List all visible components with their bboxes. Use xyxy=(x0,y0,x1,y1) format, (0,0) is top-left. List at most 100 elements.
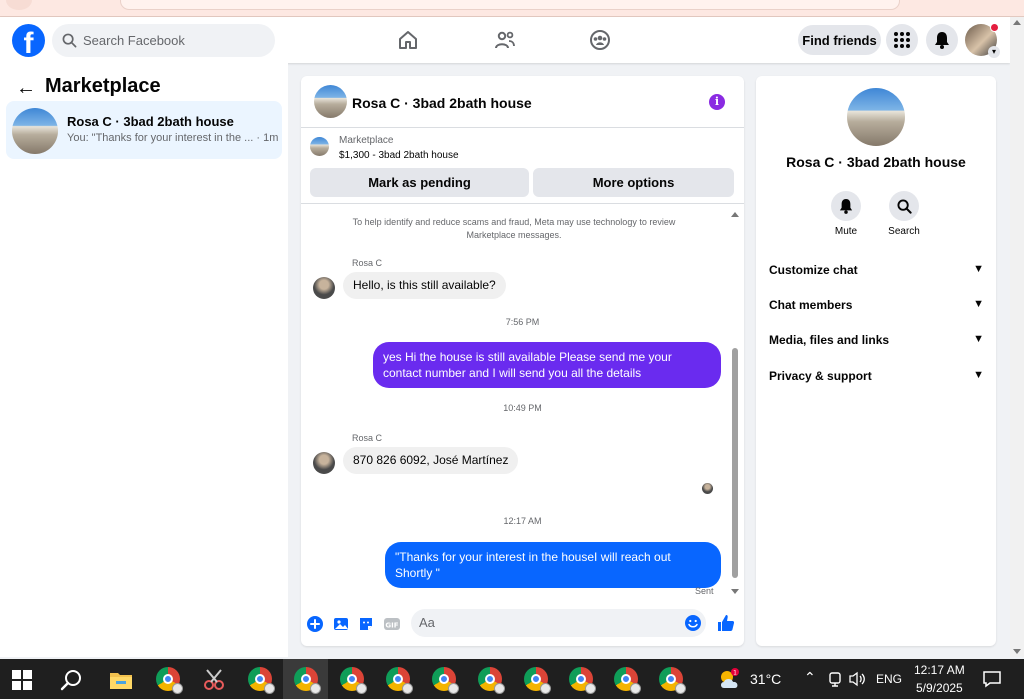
search-box[interactable] xyxy=(52,24,275,57)
customize-chat-row[interactable]: Customize chat ▼ xyxy=(769,263,984,283)
back-arrow-icon[interactable]: ← xyxy=(16,77,36,100)
chat-panel: Rosa C · 3bad 2bath house i Marketplace … xyxy=(301,76,744,646)
conversation-info-panel: Rosa C · 3bad 2bath house Mute Search Cu… xyxy=(756,76,996,646)
mute-action[interactable]: Mute xyxy=(821,191,871,237)
search-input[interactable] xyxy=(83,33,263,48)
thumbs-up-icon[interactable] xyxy=(716,613,736,633)
search-action[interactable]: Search xyxy=(879,191,929,237)
listing-card: Marketplace $1,300 - 3bad 2bath house Ma… xyxy=(301,128,744,204)
conversation-item[interactable]: Rosa C · 3bad 2bath house You: "Thanks f… xyxy=(6,101,282,159)
search-icon xyxy=(62,33,77,48)
home-icon[interactable] xyxy=(396,28,420,52)
notifications-button[interactable] xyxy=(926,24,958,56)
sidebar-title: Marketplace xyxy=(45,75,161,97)
chevron-up-icon[interactable]: ⌃ xyxy=(804,669,816,686)
chat-scrollbar[interactable] xyxy=(729,210,741,594)
clock-date[interactable]: 5/9/2025 xyxy=(916,681,963,695)
listing-thumbnail xyxy=(12,108,58,154)
listing-label: Marketplace xyxy=(339,135,394,146)
scroll-down-arrow-icon[interactable] xyxy=(1013,649,1021,654)
sticker-icon[interactable] xyxy=(357,615,375,633)
message-input[interactable] xyxy=(419,615,679,630)
message-input-wrapper[interactable] xyxy=(411,609,706,637)
media-files-links-row[interactable]: Media, files and links ▼ xyxy=(769,333,984,353)
sender-name: Rosa C xyxy=(352,258,383,268)
weather-icon[interactable]: 1 xyxy=(716,666,744,692)
incoming-message[interactable]: Hello, is this still available? xyxy=(343,272,506,299)
chrome-profile-icon[interactable] xyxy=(156,667,183,694)
chat-title[interactable]: Rosa C · 3bad 2bath house xyxy=(352,95,532,111)
mark-pending-button[interactable]: Mark as pending xyxy=(310,168,529,197)
grid-menu-icon xyxy=(894,32,910,48)
chevron-down-icon: ▼ xyxy=(973,263,984,275)
chrome-profile-icon[interactable] xyxy=(432,667,459,694)
seen-indicator-avatar xyxy=(702,483,713,494)
browser-address-bar[interactable] xyxy=(120,0,900,10)
privacy-support-row[interactable]: Privacy & support ▼ xyxy=(769,369,984,389)
scroll-up-arrow-icon[interactable] xyxy=(1013,20,1021,25)
sender-avatar[interactable] xyxy=(313,452,335,474)
photo-icon[interactable] xyxy=(332,615,350,633)
facebook-logo-icon[interactable]: f xyxy=(12,24,45,57)
incoming-message[interactable]: 870 826 6092, José Martínez xyxy=(343,447,519,474)
chrome-profile-icon[interactable] xyxy=(294,667,321,694)
search-icon[interactable] xyxy=(60,668,84,692)
scroll-down-arrow-icon[interactable] xyxy=(731,589,739,594)
more-options-button[interactable]: More options xyxy=(533,168,734,197)
svg-text:GIF: GIF xyxy=(385,622,398,630)
chevron-down-icon: ▼ xyxy=(973,333,984,345)
scroll-up-arrow-icon[interactable] xyxy=(731,212,739,217)
chat-avatar[interactable] xyxy=(314,85,347,118)
chrome-profile-icon[interactable] xyxy=(386,667,413,694)
top-navigation: f Find friends ▾ xyxy=(0,17,1010,63)
windows-start-icon[interactable] xyxy=(12,670,32,690)
chevron-down-icon: ▼ xyxy=(973,298,984,310)
menu-button[interactable] xyxy=(886,24,918,56)
chrome-profile-icon[interactable] xyxy=(659,667,686,694)
marketplace-sidebar: ← Marketplace Rosa C · 3bad 2bath house … xyxy=(0,63,288,657)
message-timestamp: 10:49 PM xyxy=(503,403,542,413)
conversation-preview: You: "Thanks for your interest in the ..… xyxy=(67,132,279,144)
browser-nav-button[interactable] xyxy=(6,0,32,10)
find-friends-button[interactable]: Find friends xyxy=(798,25,881,55)
temperature[interactable]: 31°C xyxy=(750,671,781,687)
mute-label: Mute xyxy=(834,226,858,237)
file-explorer-icon[interactable] xyxy=(108,667,134,693)
chrome-profile-icon[interactable] xyxy=(524,667,551,694)
clock-time[interactable]: 12:17 AM xyxy=(914,663,965,677)
chat-members-row[interactable]: Chat members ▼ xyxy=(769,298,984,318)
message-list: To help identify and reduce scams and fr… xyxy=(301,204,744,604)
info-icon[interactable]: i xyxy=(709,94,725,110)
chat-header: Rosa C · 3bad 2bath house i xyxy=(301,76,744,128)
listing-photo[interactable] xyxy=(847,88,905,146)
network-icon[interactable] xyxy=(828,671,842,687)
chrome-profile-icon[interactable] xyxy=(478,667,505,694)
friends-icon[interactable] xyxy=(493,28,517,52)
chrome-profile-icon[interactable] xyxy=(340,667,367,694)
windows-taskbar: 1 31°C ⌃ ENG 12:17 AM 5/9/2025 xyxy=(0,659,1024,699)
search-icon xyxy=(896,198,912,214)
input-language[interactable]: ENG xyxy=(876,672,902,686)
page-scrollbar[interactable] xyxy=(1010,17,1024,657)
listing-thumbnail[interactable] xyxy=(310,137,329,156)
snipping-tool-icon[interactable] xyxy=(201,667,227,693)
bell-icon xyxy=(839,199,853,214)
chrome-profile-icon[interactable] xyxy=(248,667,275,694)
outgoing-message[interactable]: yes Hi the house is still available Plea… xyxy=(373,342,721,388)
chrome-profile-icon[interactable] xyxy=(569,667,596,694)
groups-icon[interactable] xyxy=(588,28,612,52)
speaker-icon[interactable] xyxy=(848,671,866,687)
outgoing-message[interactable]: "Thanks for your interest in the houseI … xyxy=(385,542,721,588)
notification-dot xyxy=(990,23,999,32)
notification-center-icon[interactable] xyxy=(982,670,1002,688)
sender-avatar[interactable] xyxy=(313,277,335,299)
emoji-icon[interactable] xyxy=(684,614,702,632)
gif-icon[interactable]: GIF xyxy=(383,615,401,633)
profile-avatar[interactable]: ▾ xyxy=(965,23,1000,58)
listing-price-title[interactable]: $1,300 - 3bad 2bath house xyxy=(339,150,459,161)
scrollbar-thumb[interactable] xyxy=(732,348,738,578)
plus-icon[interactable] xyxy=(306,615,324,633)
bell-icon xyxy=(935,32,949,49)
chrome-profile-icon[interactable] xyxy=(614,667,641,694)
svg-text:1: 1 xyxy=(733,670,737,677)
